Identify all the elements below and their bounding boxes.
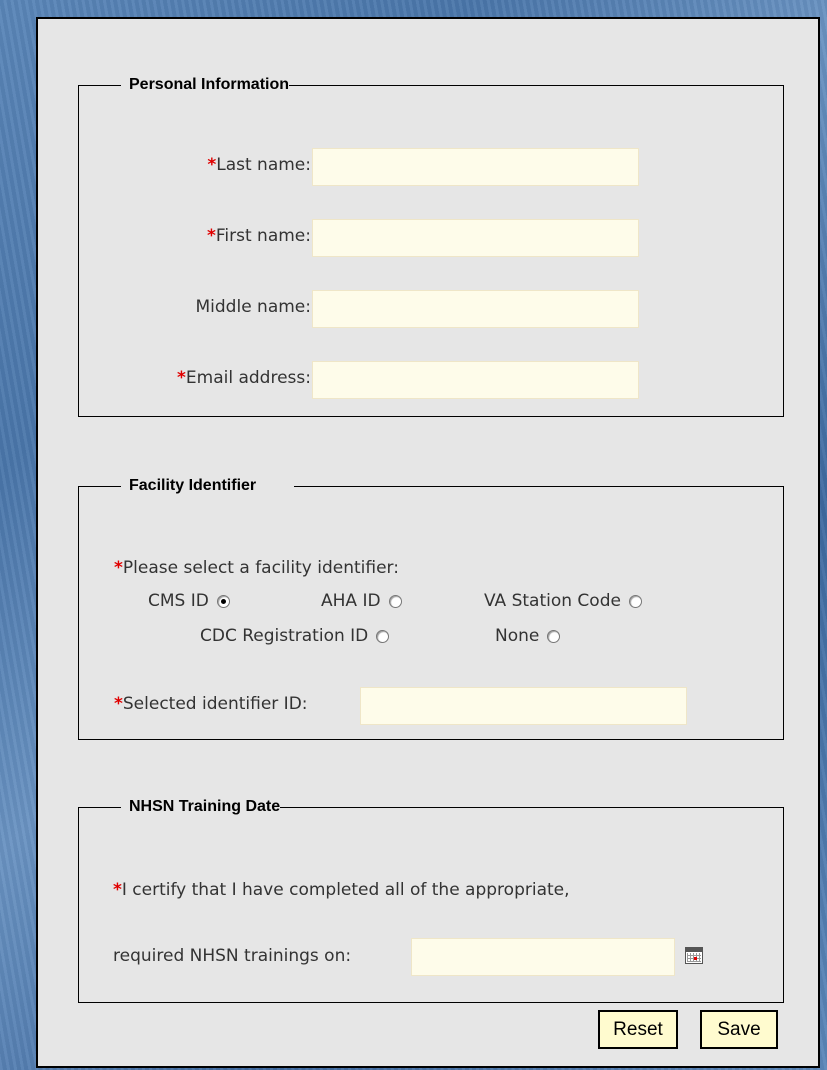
calendar-icon[interactable] <box>685 947 703 964</box>
training-date-label: required NHSN trainings on: <box>113 946 352 966</box>
none-radio[interactable] <box>547 629 561 643</box>
radio-option-va-station-code[interactable]: VA Station Code <box>484 591 642 611</box>
email-address-label: *Email address: <box>177 368 311 388</box>
training-certification-text: *I certify that I have completed all of … <box>113 880 570 900</box>
aha-id-radio[interactable] <box>388 594 402 608</box>
cdc-registration-id-radio[interactable] <box>376 629 390 643</box>
save-button[interactable]: Save <box>700 1010 778 1049</box>
personal-information-section: Personal Information *Last name: *First … <box>78 76 784 417</box>
personal-information-legend: Personal Information <box>129 76 290 93</box>
radio-option-cdc-registration-id[interactable]: CDC Registration ID <box>200 626 390 646</box>
reset-button[interactable]: Reset <box>598 1010 678 1049</box>
training-date-input[interactable] <box>411 938 675 976</box>
first-name-label: *First name: <box>206 226 311 246</box>
registration-form-panel: Personal Information *Last name: *First … <box>36 17 820 1068</box>
facility-identifier-section: Facility Identifier *Please select a fac… <box>78 477 784 740</box>
radio-option-aha-id[interactable]: AHA ID <box>321 591 402 611</box>
selected-identifier-id-label: *Selected identifier ID: <box>114 694 308 714</box>
email-address-input[interactable] <box>312 361 639 399</box>
radio-option-cms-id[interactable]: CMS ID <box>148 591 230 611</box>
cms-id-radio[interactable] <box>216 594 230 608</box>
middle-name-label: Middle name: <box>195 297 312 317</box>
radio-option-none[interactable]: None <box>495 626 561 646</box>
last-name-input[interactable] <box>312 148 639 186</box>
first-name-input[interactable] <box>312 219 639 257</box>
selected-identifier-id-input[interactable] <box>360 687 687 725</box>
nhsn-training-date-section: NHSN Training Date *I certify that I hav… <box>78 798 784 1003</box>
last-name-label: *Last name: <box>207 155 311 175</box>
va-station-code-radio[interactable] <box>628 594 642 608</box>
nhsn-training-date-legend: NHSN Training Date <box>129 798 281 815</box>
facility-identifier-prompt: *Please select a facility identifier: <box>114 558 399 578</box>
middle-name-input[interactable] <box>312 290 639 328</box>
facility-identifier-legend: Facility Identifier <box>129 477 257 494</box>
